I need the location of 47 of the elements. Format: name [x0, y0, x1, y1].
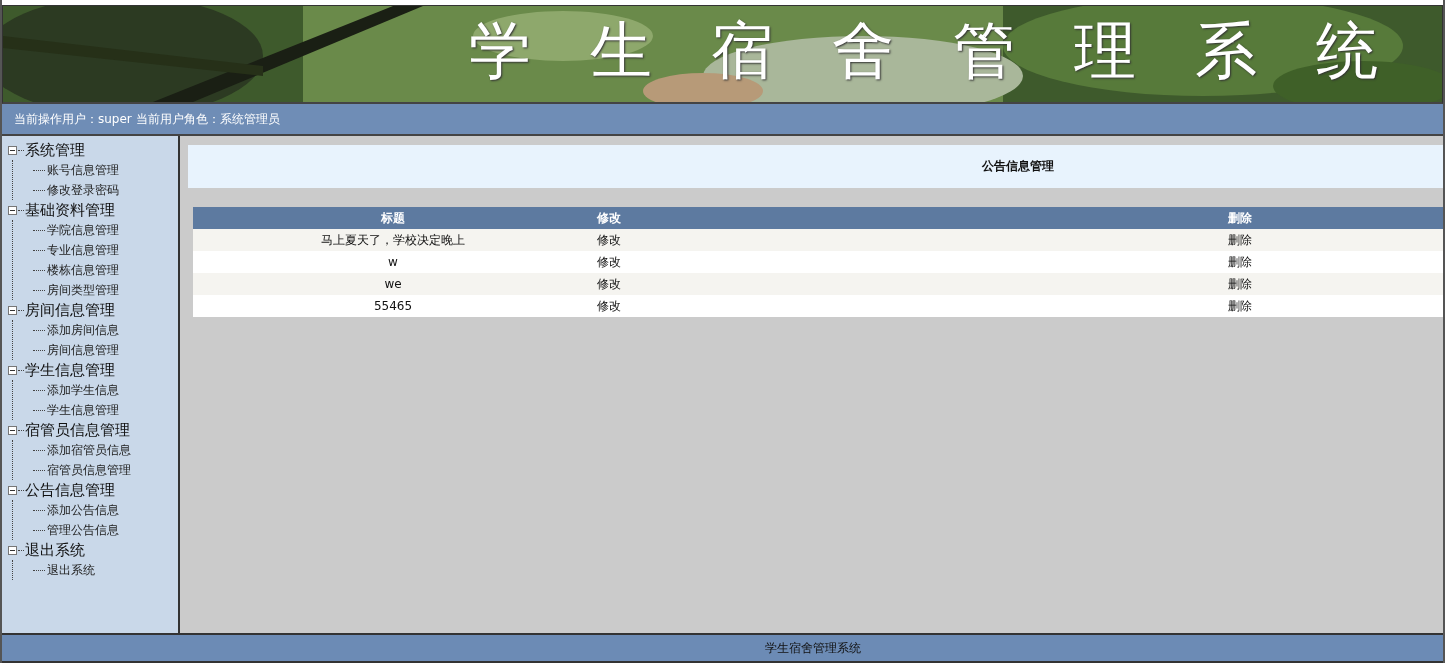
collapse-icon[interactable]: [8, 365, 17, 375]
tree-group-label[interactable]: 基础资料管理: [25, 200, 115, 220]
collapse-icon[interactable]: [8, 145, 17, 155]
page-title: 公告信息管理: [982, 158, 1054, 175]
delete-link[interactable]: 删除: [1224, 229, 1443, 251]
user-info-text: 当前操作用户：super 当前用户角色：系统管理员: [14, 110, 280, 128]
tree-item[interactable]: 添加房间信息: [47, 321, 119, 339]
tree-item[interactable]: 房间信息管理: [47, 341, 119, 359]
edit-link[interactable]: 修改: [593, 273, 1224, 295]
table-cell: w: [193, 251, 593, 273]
tree-item[interactable]: 学院信息管理: [47, 221, 119, 239]
tree-item[interactable]: 专业信息管理: [47, 241, 119, 259]
tree-item[interactable]: 管理公告信息: [47, 521, 119, 539]
tree-group-label[interactable]: 学生信息管理: [25, 360, 115, 380]
tree-item[interactable]: 退出系统: [47, 561, 95, 579]
tree-group-label[interactable]: 退出系统: [25, 540, 85, 560]
column-header: 删除: [1224, 207, 1443, 229]
tree-item[interactable]: 添加学生信息: [47, 381, 119, 399]
delete-link[interactable]: 删除: [1224, 273, 1443, 295]
collapse-icon[interactable]: [8, 205, 17, 215]
footer-text: 学生宿舍管理系统: [764, 639, 861, 657]
tree-group-label[interactable]: 房间信息管理: [25, 300, 115, 320]
tree-item[interactable]: 宿管员信息管理: [47, 461, 131, 479]
table-cell: we: [193, 273, 593, 295]
column-header: 修改: [593, 207, 1224, 229]
delete-link[interactable]: 删除: [1224, 251, 1443, 273]
table-cell: 马上夏天了，学校决定晚上: [193, 229, 593, 251]
tree-item[interactable]: 学生信息管理: [47, 401, 119, 419]
tree-group-label[interactable]: 系统管理: [25, 140, 85, 160]
edit-link[interactable]: 修改: [593, 295, 1224, 317]
tree-item[interactable]: 添加公告信息: [47, 501, 119, 519]
tree-item[interactable]: 添加宿管员信息: [47, 441, 131, 459]
tree-item[interactable]: 修改登录密码: [47, 181, 119, 199]
tree-item[interactable]: 账号信息管理: [47, 161, 119, 179]
tree-item[interactable]: 房间类型管理: [47, 281, 119, 299]
tree-group-label[interactable]: 公告信息管理: [25, 480, 115, 500]
collapse-icon[interactable]: [8, 545, 17, 555]
collapse-icon[interactable]: [8, 425, 17, 435]
column-header: 标题: [193, 207, 593, 229]
edit-link[interactable]: 修改: [593, 229, 1224, 251]
delete-link[interactable]: 删除: [1224, 295, 1443, 317]
tree-item[interactable]: 楼栋信息管理: [47, 261, 119, 279]
collapse-icon[interactable]: [8, 485, 17, 495]
tree-group-label[interactable]: 宿管员信息管理: [25, 420, 130, 440]
collapse-icon[interactable]: [8, 305, 17, 315]
table-cell: 55465: [193, 295, 593, 317]
edit-link[interactable]: 修改: [593, 251, 1224, 273]
